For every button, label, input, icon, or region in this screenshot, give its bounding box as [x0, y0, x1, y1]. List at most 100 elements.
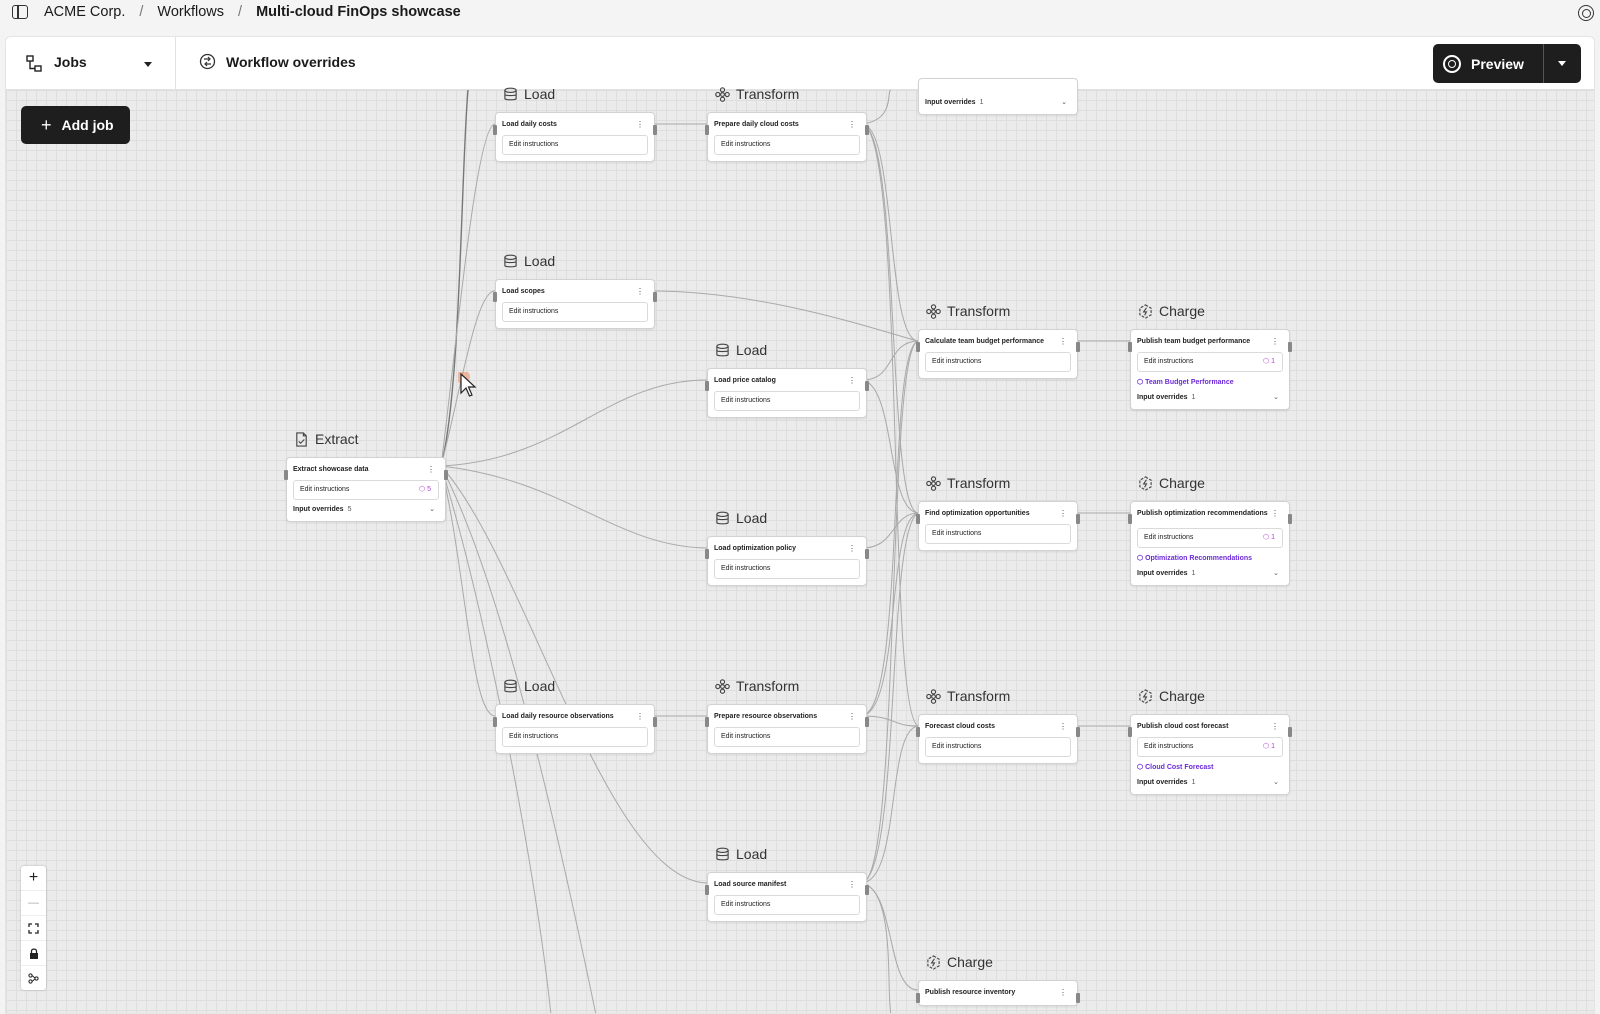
help-icon[interactable]: [1578, 5, 1594, 21]
node-menu-icon[interactable]: ⋮: [1059, 989, 1067, 997]
edit-instructions-button[interactable]: Edit instructions: [502, 135, 648, 155]
edit-instructions-button[interactable]: Edit instructions ⬡ 5: [293, 480, 439, 500]
zoom-out-button[interactable]: —: [21, 891, 46, 916]
input-port[interactable]: [493, 125, 497, 135]
input-port[interactable]: [493, 717, 497, 727]
output-dataset-link[interactable]: ⬡ Team Budget Performance: [1137, 378, 1283, 388]
fit-view-button[interactable]: [21, 916, 46, 941]
job-node-load-scopes[interactable]: Load Load scopes ⋮ Edit instructions: [493, 253, 657, 329]
job-node-prepare-resource-observations[interactable]: Transform Prepare resource observations …: [705, 678, 869, 754]
input-port[interactable]: [284, 470, 288, 480]
lock-button[interactable]: [21, 941, 46, 966]
input-port[interactable]: [916, 514, 920, 524]
preview-options-button[interactable]: [1544, 44, 1581, 83]
output-port[interactable]: [653, 292, 657, 302]
input-port[interactable]: [916, 342, 920, 352]
job-node-forecast-cloud-costs[interactable]: Transform Forecast cloud costs ⋮ Edit in…: [916, 688, 1080, 764]
breadcrumb-workflows[interactable]: Workflows: [157, 4, 224, 20]
node-menu-icon[interactable]: ⋮: [1059, 723, 1067, 731]
job-node-extract-showcase[interactable]: Extract Extract showcase data ⋮ Edit ins…: [284, 431, 448, 522]
input-overrides-toggle[interactable]: Input overrides 1 ⌄: [1137, 393, 1283, 403]
input-port[interactable]: [1128, 727, 1132, 737]
node-menu-icon[interactable]: ⋮: [636, 288, 644, 296]
edit-instructions-button[interactable]: Edit instructions: [714, 895, 860, 915]
input-port[interactable]: [493, 292, 497, 302]
edit-instructions-button[interactable]: Edit instructions ⬡ 1: [1137, 352, 1283, 372]
job-node-publish-forecast[interactable]: Charge Publish cloud cost forecast ⋮ Edi…: [1128, 688, 1292, 795]
output-port[interactable]: [1076, 993, 1080, 1003]
job-node-load-price-catalog[interactable]: Load Load price catalog ⋮ Edit instructi…: [705, 342, 869, 418]
input-port[interactable]: [705, 717, 709, 727]
job-node-find-optimization[interactable]: Transform Find optimization opportunitie…: [916, 475, 1080, 551]
input-port[interactable]: [705, 381, 709, 391]
node-menu-icon[interactable]: ⋮: [427, 466, 435, 474]
job-node-load-resource-observations[interactable]: Load Load daily resource observations ⋮ …: [493, 678, 657, 754]
input-port[interactable]: [1128, 342, 1132, 352]
output-port[interactable]: [865, 885, 869, 895]
node-menu-icon[interactable]: ⋮: [1271, 510, 1279, 518]
zoom-in-button[interactable]: +: [21, 866, 46, 891]
input-port[interactable]: [1128, 514, 1132, 524]
input-port[interactable]: [705, 885, 709, 895]
edit-instructions-button[interactable]: Edit instructions: [714, 727, 860, 747]
output-port[interactable]: [865, 381, 869, 391]
edit-instructions-button[interactable]: Edit instructions ⬡ 1: [1137, 737, 1283, 757]
output-port[interactable]: [1076, 514, 1080, 524]
input-overrides-toggle[interactable]: Input overrides 1 ⌄: [1137, 569, 1283, 579]
input-port[interactable]: [705, 549, 709, 559]
job-node-load-source-manifest[interactable]: Load Load source manifest ⋮ Edit instruc…: [705, 846, 869, 922]
output-port[interactable]: [1288, 727, 1292, 737]
input-port[interactable]: [916, 993, 920, 1003]
node-menu-icon[interactable]: ⋮: [1059, 510, 1067, 518]
auto-layout-button[interactable]: [21, 966, 46, 991]
input-port[interactable]: [705, 125, 709, 135]
output-port[interactable]: [653, 717, 657, 727]
edit-instructions-button[interactable]: Edit instructions: [925, 352, 1071, 372]
edit-instructions-button[interactable]: Edit instructions: [502, 302, 648, 322]
job-node-prepare-daily-cloud-costs[interactable]: Transform Prepare daily cloud costs ⋮ Ed…: [705, 86, 869, 162]
output-port[interactable]: [865, 717, 869, 727]
output-port[interactable]: [1076, 727, 1080, 737]
job-node-load-daily-costs[interactable]: Load Load daily costs ⋮ Edit instruction…: [493, 86, 657, 162]
output-port[interactable]: [1288, 514, 1292, 524]
job-node-publish-team-budget[interactable]: Charge Publish team budget performance ⋮…: [1128, 303, 1292, 410]
workflow-canvas[interactable]: + Add job Input overrides 1 ⌄ Load Load da…: [6, 78, 1594, 1013]
input-overrides-toggle[interactable]: Input overrides 1 ⌄: [925, 98, 1071, 108]
output-port[interactable]: [444, 470, 448, 480]
node-menu-icon[interactable]: ⋮: [1059, 338, 1067, 346]
preview-button[interactable]: Preview: [1433, 44, 1543, 83]
node-menu-icon[interactable]: ⋮: [848, 377, 856, 385]
node-menu-icon[interactable]: ⋮: [1271, 338, 1279, 346]
output-dataset-link[interactable]: ⬡ Cloud Cost Forecast: [1137, 763, 1283, 773]
edit-instructions-button[interactable]: Edit instructions: [925, 524, 1071, 544]
workflow-overrides-button[interactable]: Workflow overrides: [199, 53, 356, 70]
node-menu-icon[interactable]: ⋮: [848, 121, 856, 129]
node-menu-icon[interactable]: ⋮: [848, 545, 856, 553]
edit-instructions-button[interactable]: Edit instructions: [714, 391, 860, 411]
job-node-load-optimization-policy[interactable]: Load Load optimization policy ⋮ Edit ins…: [705, 510, 869, 586]
node-menu-icon[interactable]: ⋮: [636, 121, 644, 129]
job-node-publish-optimization[interactable]: Charge Publish optimization recommendati…: [1128, 475, 1292, 586]
input-overrides-toggle[interactable]: Input overrides 1 ⌄: [1137, 778, 1283, 788]
sidebar-toggle-icon[interactable]: [12, 5, 28, 19]
output-dataset-link[interactable]: ⬡ Optimization Recommendations: [1137, 554, 1283, 564]
jobs-dropdown[interactable]: Jobs: [6, 37, 176, 90]
input-port[interactable]: [916, 727, 920, 737]
edit-instructions-button[interactable]: Edit instructions: [925, 737, 1071, 757]
job-node-calc-team-budget[interactable]: Transform Calculate team budget performa…: [916, 303, 1080, 379]
edit-instructions-button[interactable]: Edit instructions: [714, 559, 860, 579]
output-port[interactable]: [865, 549, 869, 559]
input-overrides-toggle[interactable]: Input overrides 5 ⌄: [293, 505, 439, 515]
edit-instructions-button[interactable]: Edit instructions: [714, 135, 860, 155]
node-menu-icon[interactable]: ⋮: [636, 713, 644, 721]
edit-instructions-button[interactable]: Edit instructions: [502, 727, 648, 747]
node-menu-icon[interactable]: ⋮: [1271, 723, 1279, 731]
edit-instructions-button[interactable]: Edit instructions ⬡ 1: [1137, 528, 1283, 548]
output-port[interactable]: [1288, 342, 1292, 352]
job-node-publish-inventory[interactable]: Charge Publish resource inventory ⋮: [916, 954, 1080, 1006]
add-job-button[interactable]: + Add job: [21, 106, 130, 144]
node-menu-icon[interactable]: ⋮: [848, 881, 856, 889]
output-port[interactable]: [1076, 342, 1080, 352]
job-node[interactable]: Input overrides 1 ⌄: [918, 78, 1078, 115]
node-menu-icon[interactable]: ⋮: [848, 713, 856, 721]
